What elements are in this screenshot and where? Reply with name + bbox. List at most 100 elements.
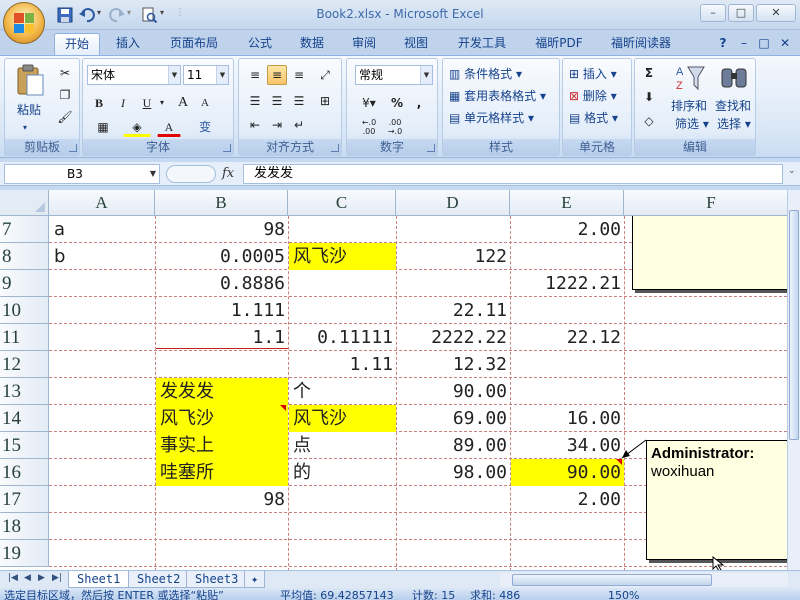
tab-developer[interactable]: 开发工具 — [446, 33, 518, 55]
ribbon-minimize-button[interactable]: – — [734, 33, 754, 55]
row-header[interactable]: 12 — [0, 351, 49, 378]
cell-e13[interactable] — [511, 378, 624, 405]
row-header[interactable]: 18 — [0, 513, 49, 540]
cell-d9[interactable] — [397, 270, 510, 297]
row-header[interactable]: 7 — [0, 216, 49, 243]
paste-button[interactable]: 粘贴 — [17, 101, 41, 118]
increase-decimal-icon[interactable]: ←.0.00 — [357, 117, 381, 137]
font-size-dropdown-icon[interactable]: ▼ — [216, 66, 228, 84]
sheet-tab-1[interactable]: Sheet1 — [68, 571, 130, 588]
cell-e9[interactable]: 1222.21 — [511, 270, 624, 297]
zoom-level[interactable]: 150% — [608, 588, 639, 600]
insert-sheet-icon[interactable]: ✦ — [244, 571, 266, 588]
comment-indicator-icon[interactable] — [280, 405, 286, 411]
tab-insert[interactable]: 插入 — [108, 33, 148, 55]
sort-filter-icon[interactable]: AZ — [675, 63, 705, 93]
cut-icon[interactable]: ✂ — [55, 63, 75, 83]
cell-e7[interactable]: 2.00 — [511, 216, 624, 243]
increase-indent-icon[interactable]: ⇥ — [267, 115, 287, 135]
phonetic-button[interactable]: 变 — [191, 117, 219, 137]
row-header[interactable]: 16 — [0, 459, 49, 486]
cell-c11[interactable]: 0.11111 — [289, 324, 396, 351]
cell-e14[interactable]: 16.00 — [511, 405, 624, 432]
cell-a19[interactable] — [50, 540, 155, 567]
italic-button[interactable]: I — [113, 93, 133, 113]
align-center-icon[interactable]: ☰ — [267, 91, 287, 111]
sort-filter-label-2[interactable]: 筛选 ▾ — [675, 115, 709, 132]
ribbon-restore-button[interactable]: □ — [754, 33, 774, 55]
cell-c8[interactable]: 风飞沙 — [289, 243, 396, 270]
font-name-dropdown-icon[interactable]: ▼ — [168, 66, 180, 84]
cell-e11[interactable]: 22.12 — [511, 324, 624, 351]
currency-icon[interactable]: ¥▾ — [355, 93, 383, 113]
name-box-dropdown-icon[interactable]: ▼ — [150, 165, 156, 183]
cell-e12[interactable] — [511, 351, 624, 378]
cell-b14[interactable]: 风飞沙 — [156, 405, 288, 432]
cell-e17[interactable]: 2.00 — [511, 486, 624, 513]
decrease-indent-icon[interactable]: ⇤ — [245, 115, 265, 135]
paste-icon[interactable] — [15, 63, 45, 97]
cell-b8[interactable]: 0.0005 — [156, 243, 288, 270]
ribbon-close-button[interactable]: ✕ — [774, 33, 796, 55]
cell-d17[interactable] — [397, 486, 510, 513]
row-header[interactable]: 17 — [0, 486, 49, 513]
comma-button[interactable]: , — [409, 93, 429, 113]
cell-a10[interactable] — [50, 297, 155, 324]
clipboard-launcher-icon[interactable] — [69, 144, 77, 152]
find-select-label[interactable]: 查找和 — [715, 97, 751, 114]
cell-d12[interactable]: 12.32 — [397, 351, 510, 378]
tab-data[interactable]: 数据 — [290, 33, 334, 55]
alignment-launcher-icon[interactable] — [331, 144, 339, 152]
cell-d11[interactable]: 2222.22 — [397, 324, 510, 351]
cell-a14[interactable] — [50, 405, 155, 432]
tab-formulas[interactable]: 公式 — [238, 33, 282, 55]
shrink-font-button[interactable]: A — [195, 93, 215, 113]
delete-cells-button[interactable]: ⊠ 删除 ▾ — [569, 87, 617, 104]
cell-b7[interactable]: 98 — [156, 216, 288, 243]
cell-d14[interactable]: 69.00 — [397, 405, 510, 432]
cell-a18[interactable] — [50, 513, 155, 540]
minimize-button[interactable]: – — [700, 4, 726, 22]
cell-a16[interactable] — [50, 459, 155, 486]
font-size-combo[interactable]: 11 ▼ — [183, 65, 229, 85]
column-header-c[interactable]: C — [288, 190, 396, 216]
close-button[interactable]: ✕ — [756, 4, 796, 22]
cell-c7[interactable] — [289, 216, 396, 243]
cell-d10[interactable]: 22.11 — [397, 297, 510, 324]
tab-home[interactable]: 开始 — [54, 33, 100, 55]
copy-icon[interactable]: ❐ — [55, 85, 75, 105]
prev-sheet-icon[interactable]: ◀ — [24, 573, 31, 583]
horizontal-scrollbar[interactable] — [500, 573, 788, 587]
cell-b13[interactable]: 发发发 — [156, 378, 288, 405]
cell-a13[interactable] — [50, 378, 155, 405]
align-bottom-icon[interactable]: ≡ — [289, 65, 309, 85]
bold-button[interactable]: B — [89, 93, 109, 113]
cell-d19[interactable] — [397, 540, 510, 567]
cell-e18[interactable] — [511, 513, 624, 540]
tab-page-layout[interactable]: 页面布局 — [160, 33, 228, 55]
cell-e16[interactable]: 90.00 — [511, 459, 624, 486]
cell-styles-button[interactable]: ▤ 单元格样式 ▾ — [449, 109, 534, 126]
cell-c12[interactable]: 1.11 — [289, 351, 396, 378]
font-color-button[interactable]: A — [157, 117, 181, 137]
cell-c18[interactable] — [289, 513, 396, 540]
row-header[interactable]: 9 — [0, 270, 49, 297]
insert-cells-button[interactable]: ⊞ 插入 ▾ — [569, 65, 617, 82]
column-header-f[interactable]: F — [624, 190, 787, 216]
cell-b11[interactable]: 1.1 — [156, 324, 288, 351]
number-launcher-icon[interactable] — [427, 144, 435, 152]
insert-function-button[interactable]: fx — [222, 166, 234, 181]
underline-dropdown-icon[interactable]: ▾ — [157, 93, 167, 113]
vertical-scrollbar[interactable] — [787, 190, 800, 570]
tab-foxit-pdf[interactable]: 福昕PDF — [524, 33, 594, 55]
cell-c19[interactable] — [289, 540, 396, 567]
row-header[interactable]: 14 — [0, 405, 49, 432]
select-all-corner[interactable] — [0, 190, 49, 216]
row-header[interactable]: 19 — [0, 540, 49, 567]
sheet-tab-3[interactable]: Sheet3 — [186, 571, 248, 588]
align-left-icon[interactable]: ☰ — [245, 91, 265, 111]
cell-b16[interactable]: 哇塞所 — [156, 459, 288, 486]
formula-bar-resize-handle[interactable] — [166, 165, 216, 183]
tab-review[interactable]: 审阅 — [342, 33, 386, 55]
wrap-text-icon[interactable]: ↵ — [289, 115, 309, 135]
